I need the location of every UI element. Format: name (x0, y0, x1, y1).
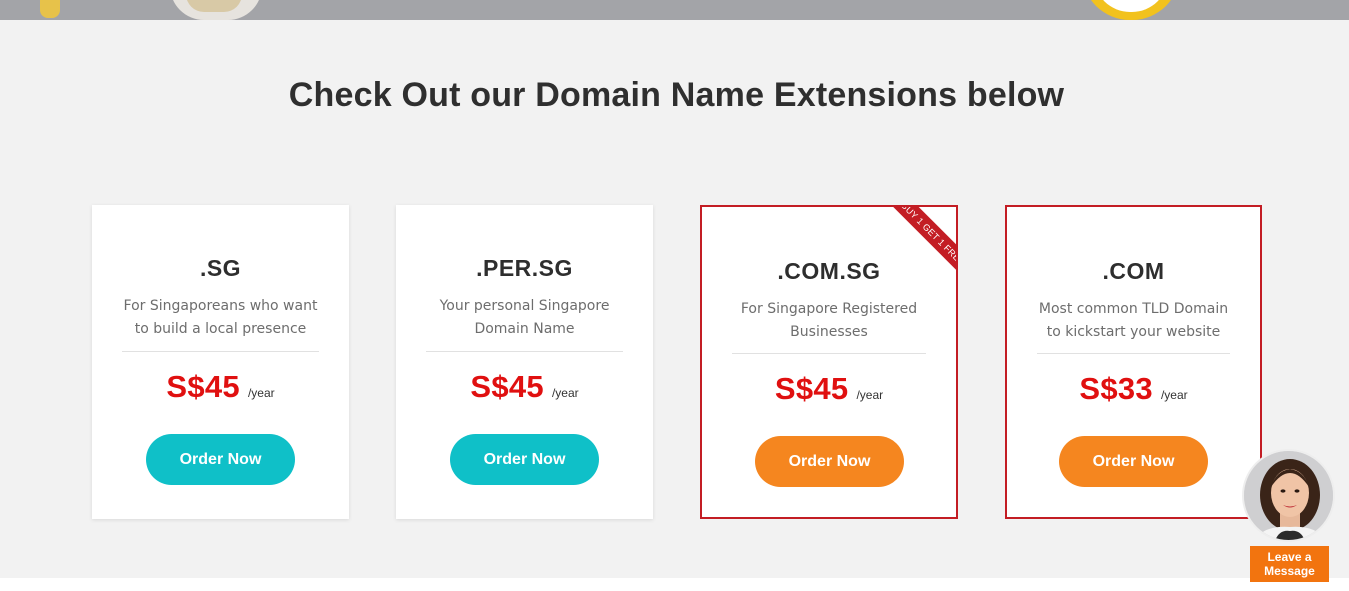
domain-description-line: Businesses (790, 324, 868, 340)
agent-photo-icon (1244, 451, 1333, 540)
card-divider (1037, 353, 1230, 354)
domain-description: For Singapore Registered Businesses (722, 298, 936, 344)
price-block: S$45/year (702, 371, 956, 407)
price-amount: S$45 (774, 371, 849, 406)
price-amount: S$45 (166, 369, 240, 404)
price-period: /year (1160, 388, 1188, 402)
domain-card-com-sg: BUY 1 GET 1 FREE .COM.SG For Singapore R… (700, 205, 958, 519)
leave-message-line: Message (1264, 564, 1315, 578)
order-now-button[interactable]: Order Now (146, 434, 295, 485)
price-block: S$45/year (396, 369, 653, 405)
domain-extensions-section: Check Out our Domain Name Extensions bel… (0, 20, 1349, 578)
price-amount: S$33 (1079, 371, 1153, 406)
domain-name: .COM.SG (777, 258, 881, 284)
domain-description-line: to build a local presence (134, 321, 307, 337)
domain-description-line: For Singapore Registered (740, 301, 918, 317)
banner-pencil-shape (40, 0, 60, 18)
domain-name: .PER.SG (476, 255, 573, 281)
price-block: S$33/year (1007, 371, 1260, 407)
top-banner-image (0, 0, 1349, 20)
domain-description-line: to kickstart your website (1046, 324, 1221, 340)
leave-message-line: Leave a (1267, 550, 1312, 564)
card-divider (732, 353, 926, 354)
leave-message-button[interactable]: Leave a Message (1250, 546, 1329, 582)
price-period: /year (551, 386, 579, 400)
order-now-button[interactable]: Order Now (755, 436, 904, 487)
price-amount: S$45 (470, 369, 544, 404)
domain-description-line: Domain Name (474, 321, 575, 337)
domain-description-line: Most common TLD Domain (1038, 301, 1229, 317)
domain-description-line: For Singaporeans who want (123, 298, 318, 314)
domain-description: For Singaporeans who want to build a loc… (112, 295, 329, 341)
price-period: /year (856, 388, 884, 402)
page-bottom-strip (0, 578, 1349, 591)
domain-description: Most common TLD Domain to kickstart your… (1027, 298, 1240, 344)
domain-description-line: Your personal Singapore (439, 298, 610, 314)
domain-name: .SG (199, 255, 242, 281)
order-now-button[interactable]: Order Now (1059, 436, 1208, 487)
domain-name: .COM (1102, 258, 1165, 284)
price-block: S$45/year (92, 369, 349, 405)
domain-card-com: .COM Most common TLD Domain to kickstart… (1005, 205, 1262, 519)
price-period: /year (247, 386, 275, 400)
chat-agent-avatar[interactable] (1242, 449, 1335, 542)
domain-card-sg: .SG For Singaporeans who want to build a… (92, 205, 349, 519)
order-now-button[interactable]: Order Now (450, 434, 599, 485)
card-divider (122, 351, 319, 352)
domain-description: Your personal Singapore Domain Name (416, 295, 633, 341)
section-title: Check Out our Domain Name Extensions bel… (288, 76, 1065, 114)
domain-card-per-sg: .PER.SG Your personal Singapore Domain N… (396, 205, 653, 519)
card-divider (426, 351, 623, 352)
